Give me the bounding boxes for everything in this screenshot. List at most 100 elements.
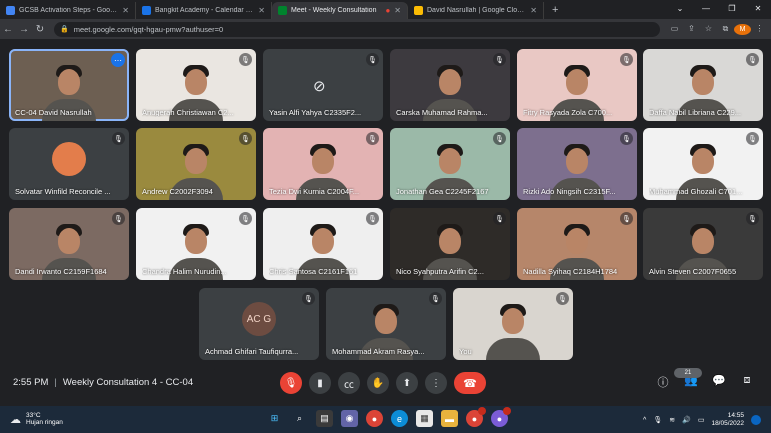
file-explorer-icon[interactable]: ▤ [316, 410, 333, 427]
participant-video-head [312, 148, 334, 174]
participant-tile[interactable]: ⋯ CC-04 David Nasrullah [9, 49, 129, 121]
mic-muted-icon: 🎙 [556, 292, 569, 305]
url-bar[interactable]: 🔒 meet.google.com/gqt-hgau-pmw?authuser=… [54, 21, 660, 37]
participant-tile[interactable]: 🎙 Fitry Rasyada Zola C700... [517, 49, 637, 121]
bookmark-star-icon[interactable]: ☆ [700, 24, 717, 35]
participant-video-head [375, 308, 397, 334]
windows-taskbar: ☁ 33°C Hujan ringan ⊞ ⌕ ▤ ◉ ● e ▦ ▬ ● ● … [0, 406, 771, 433]
start-menu-icon[interactable]: ⊞ [266, 410, 283, 427]
microphone-off-button[interactable]: 🎙 [280, 372, 302, 394]
menu-kebab-icon[interactable]: ⋮ [751, 24, 768, 35]
participant-name: Chris Santosa C2161F161 [269, 267, 358, 276]
mic-muted-icon: 🎙 [620, 53, 633, 66]
store-icon[interactable]: ▦ [416, 410, 433, 427]
tab-search-icon[interactable]: ⌄ [667, 0, 693, 16]
participant-tile[interactable]: 🎙 Dandi Irwanto C2159F1684 [9, 208, 129, 280]
participant-tile[interactable]: 🎙 Chris Santosa C2161F161 [263, 208, 383, 280]
minimize-button[interactable]: — [693, 0, 719, 16]
participant-name: Tezia Dwi Kurnia C2004F... [269, 187, 360, 196]
camera-button[interactable]: ▮ [309, 372, 331, 394]
clock[interactable]: 14:55 18/05/2022 [711, 412, 744, 428]
more-options-button[interactable]: ⋮ [425, 372, 447, 394]
participant-name: Jonathan Gea C2245F2167 [396, 187, 489, 196]
participant-name: Yasin Alfi Yahya C2335F2... [269, 108, 362, 117]
browser-tab[interactable]: David Nasrullah | Google Cloud S ✕ [408, 2, 544, 19]
mic-muted-icon: 🎙 [620, 132, 633, 145]
participant-tile[interactable]: ⊘ 🎙 Yasin Alfi Yahya C2335F2... [263, 49, 383, 121]
notification-icon[interactable] [751, 415, 761, 425]
participant-tile[interactable]: 🎙 Alvin Steven C2007F0655 [643, 208, 763, 280]
mic-muted-icon: 🎙 [366, 53, 379, 66]
participant-name: Dandi Irwanto C2159F1684 [15, 267, 107, 276]
folder-icon[interactable]: ▬ [441, 410, 458, 427]
back-icon[interactable]: ← [0, 24, 16, 35]
edge-icon[interactable]: e [391, 410, 408, 427]
leave-call-button[interactable]: ☎ [454, 372, 486, 394]
participant-tile[interactable]: 🎙 Solvatar Winfild Reconcile ... [9, 128, 129, 200]
participant-tile[interactable]: 🎙 Mohammad Akram Rasya... [326, 288, 446, 360]
microphone-tray-icon[interactable]: 🎙 [653, 416, 662, 424]
chat-icon[interactable]: 💬 [705, 374, 733, 390]
activities-icon[interactable]: ⧈ [733, 374, 761, 390]
chrome-icon[interactable]: ● [366, 410, 383, 427]
close-tab-icon[interactable]: ✕ [530, 6, 537, 15]
close-window-button[interactable]: ✕ [745, 0, 771, 16]
share-icon[interactable]: ⇪ [683, 24, 700, 35]
weather-widget[interactable]: ☁ 33°C Hujan ringan [10, 412, 63, 426]
participant-tile[interactable]: 🎙 Carska Muhamad Rahma... [390, 49, 510, 121]
participant-tile[interactable]: 🎙 Daffa Nabil Libriana C229... [643, 49, 763, 121]
participant-video-head [439, 228, 461, 254]
close-tab-icon[interactable]: ✕ [258, 6, 265, 15]
extensions-icon[interactable]: ⧉ [717, 24, 734, 35]
maximize-button[interactable]: ❐ [719, 0, 745, 16]
more-options-icon[interactable]: ⋯ [111, 53, 125, 67]
participant-tile[interactable]: 🎙 Jonathan Gea C2245F2167 [390, 128, 510, 200]
participant-name: Daffa Nabil Libriana C229... [649, 108, 741, 117]
browser-tools: ▭ ⇪ ☆ ⧉ M ⋮ [666, 23, 768, 35]
battery-icon[interactable]: ▭ [698, 416, 705, 424]
raise-hand-button[interactable]: ✋ [367, 372, 389, 394]
participant-tile[interactable]: 🎙 Tezia Dwi Kurnia C2004F... [263, 128, 383, 200]
captions-button[interactable]: ㏄ [338, 372, 360, 394]
participant-name: Alvin Steven C2007F0655 [649, 267, 737, 276]
participant-video-head [566, 69, 588, 95]
participant-name: Anugerah Christiawan C2... [142, 108, 234, 117]
participant-video-head [58, 228, 80, 254]
forward-icon[interactable]: → [16, 24, 32, 35]
people-icon[interactable]: 👥 21 [674, 368, 705, 390]
participant-name: Achmad Ghifari Taufiqurra... [205, 347, 299, 356]
search-icon[interactable]: ⌕ [291, 410, 308, 427]
wifi-icon[interactable]: ≋ [669, 416, 675, 424]
teams-chat-icon[interactable]: ◉ [341, 410, 358, 427]
calendar-icon [142, 6, 151, 15]
chrome-profile-icon[interactable]: ● [491, 407, 511, 427]
close-tab-icon[interactable]: ✕ [394, 6, 401, 15]
mic-muted-icon: 🎙 [366, 212, 379, 225]
tab-title: Bangkit Academy - Calendar - M [155, 7, 255, 14]
participant-tile[interactable]: AC G 🎙 Achmad Ghifari Taufiqurra... [199, 288, 319, 360]
lock-icon[interactable]: 🔒 [60, 25, 69, 33]
profile-avatar[interactable]: M [734, 23, 751, 35]
show-hidden-icon[interactable]: ^ [643, 417, 646, 424]
participant-tile[interactable]: 🎙 Anugerah Christiawan C2... [136, 49, 256, 121]
participant-tile[interactable]: 🎙 Nico Syahputra Arifin C2... [390, 208, 510, 280]
participant-tile[interactable]: 🎙 Chandra Halim Nurudin... [136, 208, 256, 280]
participant-tile[interactable]: 🎙 Nadilla Syihaq C2184H1784 [517, 208, 637, 280]
participant-tile[interactable]: 🎙 You [453, 288, 573, 360]
participant-tile[interactable]: 🎙 Muhammad Ghozali C701... [643, 128, 763, 200]
close-tab-icon[interactable]: ✕ [122, 6, 129, 15]
speaker-icon[interactable]: 🔊 [682, 416, 691, 424]
chrome-profile-icon[interactable]: ● [466, 407, 486, 427]
browser-tab[interactable]: GCSB Activation Steps - Google D ✕ [0, 2, 136, 19]
browser-tab[interactable]: Bangkit Academy - Calendar - M ✕ [136, 2, 272, 19]
participant-tile[interactable]: 🎙 Rizki Ado Ningsih C2315F... [517, 128, 637, 200]
camera-in-use-icon[interactable]: ▭ [666, 24, 683, 35]
reload-icon[interactable]: ↻ [32, 24, 48, 35]
new-tab-button[interactable]: + [552, 2, 558, 19]
participant-tile[interactable]: 🎙 Andrew C2002F3094 [136, 128, 256, 200]
present-button[interactable]: ⬆ [396, 372, 418, 394]
participant-name: Nadilla Syihaq C2184H1784 [523, 267, 618, 276]
browser-tab-active[interactable]: Meet - Weekly Consultation ● ✕ [272, 2, 408, 19]
info-icon[interactable]: ⓘ [649, 374, 677, 390]
mic-muted-icon: 🎙 [746, 53, 759, 66]
